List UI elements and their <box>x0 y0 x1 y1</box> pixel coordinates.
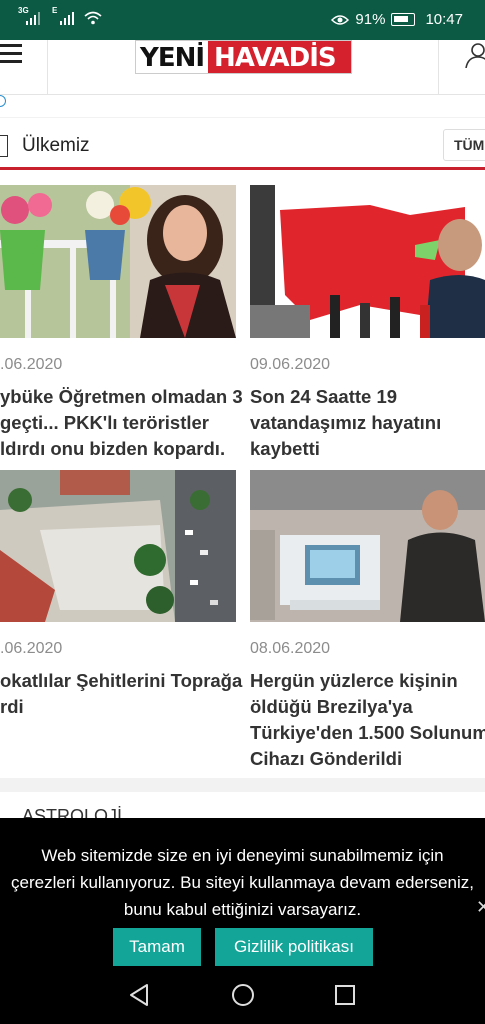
news-image[interactable] <box>0 185 236 338</box>
news-headline[interactable]: okatlılar Şehitlerini Toprağa rdi <box>0 668 242 720</box>
status-bar: 3G E 91% 10:47 <box>0 0 485 40</box>
logo-part-2: HAVADİS <box>208 41 351 73</box>
divider <box>438 40 439 95</box>
news-section: Ülkemiz TÜM .06.2020 ybüke Öğretmen olma… <box>0 118 485 778</box>
news-image[interactable] <box>250 185 485 338</box>
close-icon[interactable]: ✕ <box>476 897 485 918</box>
headline-line: Son 24 Saatte 19 <box>250 386 398 407</box>
news-image[interactable] <box>0 470 236 622</box>
news-date: .06.2020 <box>0 356 63 373</box>
battery-percentage: 91% <box>355 11 386 28</box>
site-logo[interactable]: YENİ HAVADİS <box>135 40 352 74</box>
clock: 10:47 <box>425 11 463 28</box>
eye-comfort-icon <box>331 14 350 25</box>
network-type-label: 3G <box>18 6 29 15</box>
view-all-button[interactable]: TÜM <box>443 129 485 161</box>
accept-cookies-button[interactable]: Tamam <box>113 928 201 966</box>
info-strip <box>0 95 485 117</box>
headline-line: öldüğü Brezilya'ya <box>250 696 413 717</box>
news-image[interactable] <box>250 470 485 622</box>
building-icon <box>0 135 8 157</box>
headline-line: ybüke Öğretmen olmadan 3 <box>0 386 243 407</box>
cookie-line: bunu kabul ettiğinizi varsayarız. <box>123 900 362 919</box>
news-headline[interactable]: ybüke Öğretmen olmadan 3 geçti... PKK'lı… <box>0 384 243 462</box>
recent-apps-icon[interactable] <box>334 984 356 1006</box>
headline-line: geçti... PKK'lı teröristler <box>0 412 209 433</box>
signal-e-icon: E <box>52 6 74 25</box>
menu-icon[interactable] <box>0 44 26 66</box>
system-nav-bar <box>0 966 485 1024</box>
info-icon[interactable] <box>0 95 6 107</box>
logo-part-1: YENİ <box>136 41 209 73</box>
headline-line: rdi <box>0 696 24 717</box>
news-headline[interactable]: Hergün yüzlerce kişinin öldüğü Brezilya'… <box>250 668 485 772</box>
site-header: YENİ HAVADİS <box>0 40 485 95</box>
cookie-banner: Web sitemizde size en iyi deneyimi sunab… <box>0 818 485 966</box>
news-headline[interactable]: Son 24 Saatte 19 vatandaşımız hayatını k… <box>250 384 441 462</box>
headline-line: ldırdı onu bizden kopardı. <box>0 438 226 459</box>
home-icon[interactable] <box>231 983 255 1007</box>
battery-icon <box>391 13 416 26</box>
section-header: Ülkemiz TÜM <box>0 118 485 170</box>
back-icon[interactable] <box>128 983 150 1007</box>
divider <box>47 40 48 95</box>
headline-line: vatandaşımız hayatını <box>250 412 442 433</box>
headline-line: Türkiye'den 1.500 Solunum <box>250 722 485 743</box>
section-title: Ülkemiz <box>22 135 90 156</box>
news-date: 09.06.2020 <box>250 356 331 373</box>
signal-3g-icon: 3G <box>18 6 40 25</box>
privacy-policy-button[interactable]: Gizlilik politikası <box>215 928 373 966</box>
headline-line: Cihazı Gönderildi <box>250 748 403 769</box>
news-date: 08.06.2020 <box>250 640 331 657</box>
network-type-label: E <box>52 6 58 15</box>
cookie-line: çerezleri kullanıyoruz. Bu siteyi kullan… <box>11 873 474 892</box>
headline-line: Hergün yüzlerce kişinin <box>250 670 458 691</box>
cookie-message: Web sitemizde size en iyi deneyimi sunab… <box>0 842 485 923</box>
wifi-icon <box>84 11 102 25</box>
user-icon[interactable] <box>464 42 485 68</box>
cookie-line: Web sitemizde size en iyi deneyimi sunab… <box>41 846 444 865</box>
headline-line: kaybetti <box>250 438 320 459</box>
news-date: .06.2020 <box>0 640 63 657</box>
headline-line: okatlılar Şehitlerini Toprağa <box>0 670 243 691</box>
